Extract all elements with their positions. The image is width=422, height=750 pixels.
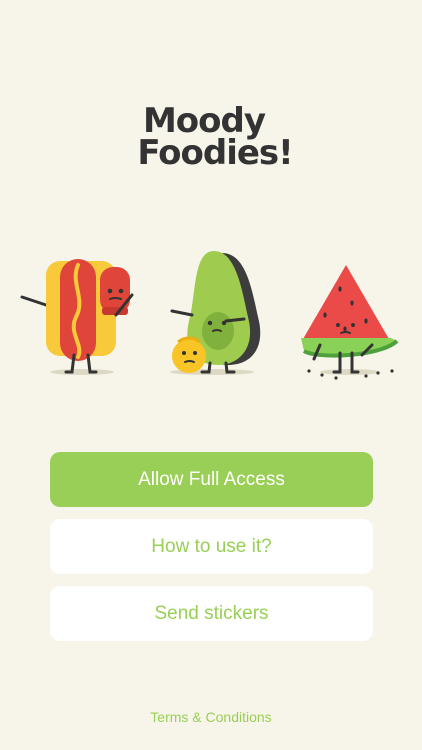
allow-full-access-button[interactable]: Allow Full Access <box>50 452 373 507</box>
how-to-use-button[interactable]: How to use it? <box>50 519 373 574</box>
logo-line-foodies: Foodies! <box>137 133 293 173</box>
hotdog-character-icon <box>20 259 134 375</box>
watermelon-character-icon <box>301 265 399 380</box>
characters-illustration <box>20 251 399 380</box>
terms-and-conditions-link[interactable]: Terms & Conditions <box>0 709 422 725</box>
send-stickers-button[interactable]: Send stickers <box>50 586 373 641</box>
app-logo: Moody Foodies! <box>0 104 422 173</box>
